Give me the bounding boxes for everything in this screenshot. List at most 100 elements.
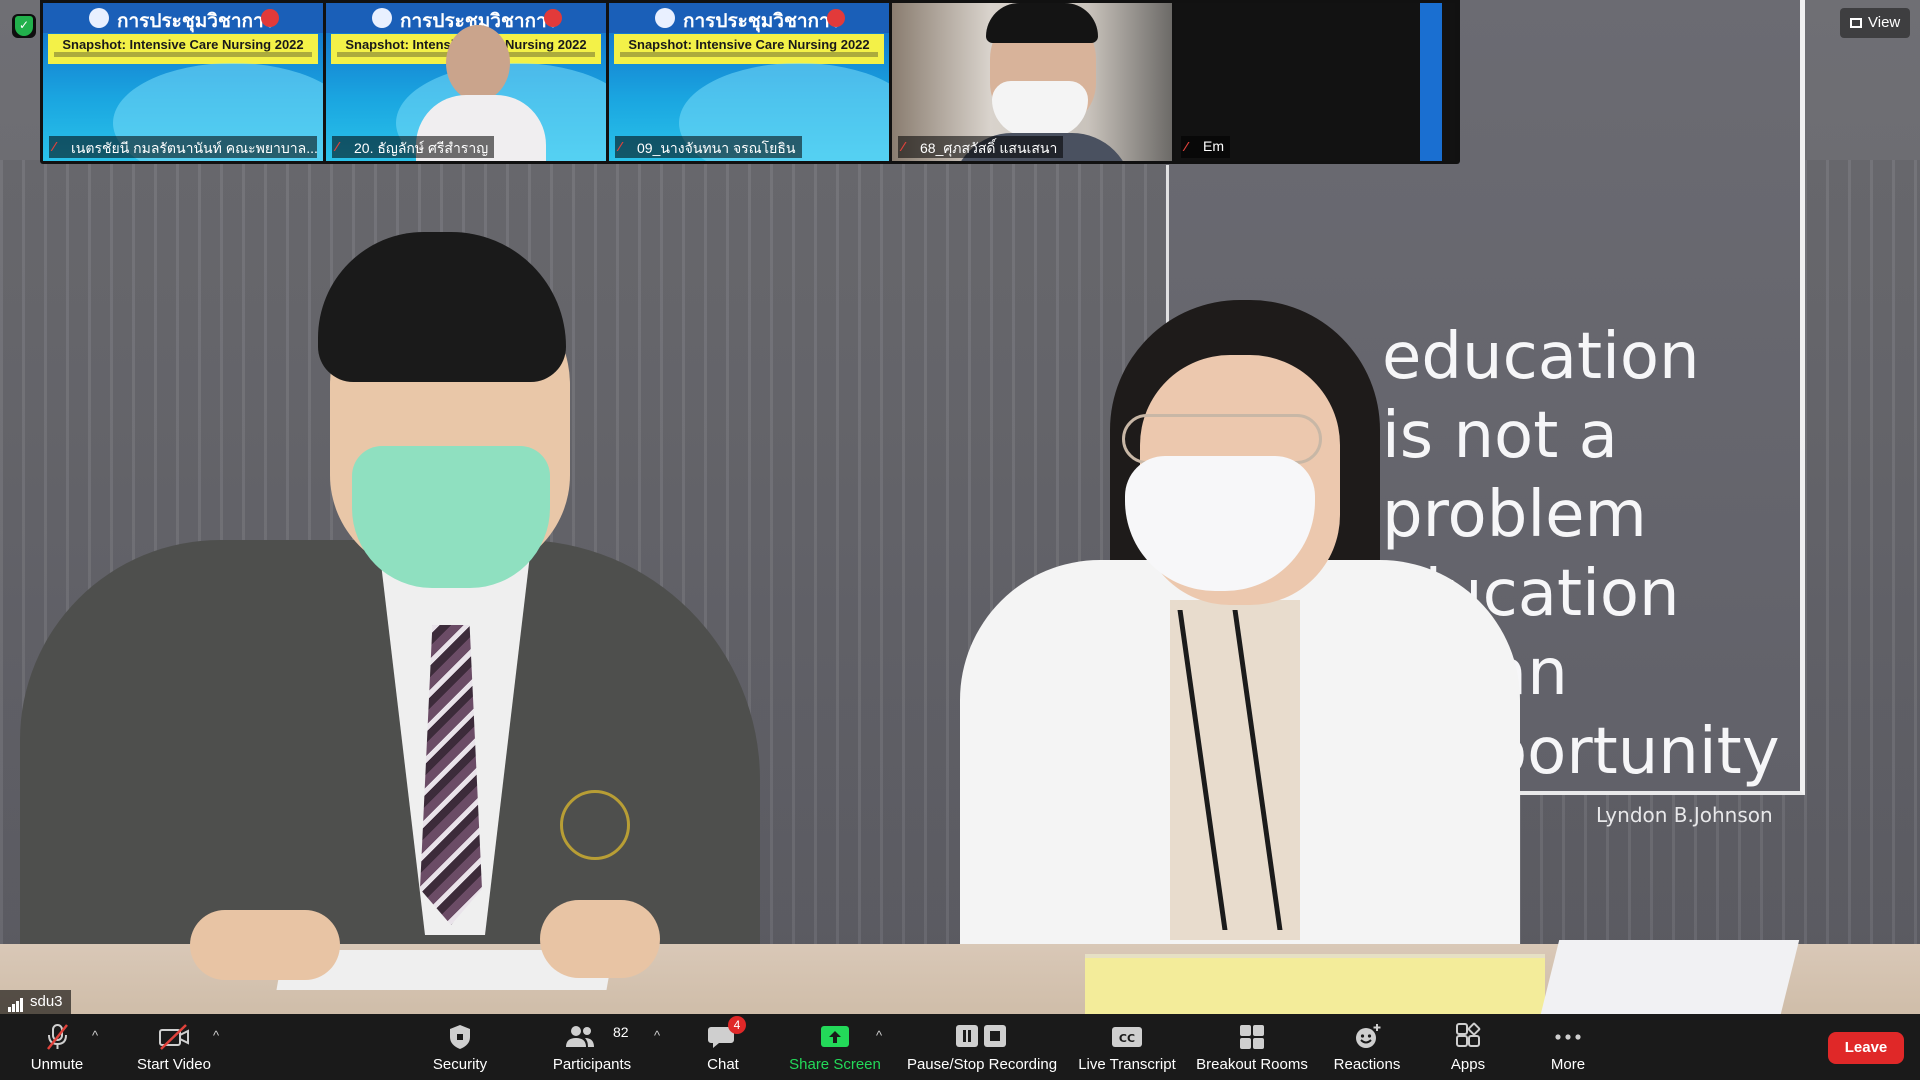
participant-thumbnail[interactable]: การประชุมวิชาการ Snapshot: Intensive Car… xyxy=(609,3,889,161)
share-screen-icon xyxy=(821,1026,849,1047)
logo-icon xyxy=(261,9,279,27)
view-label: View xyxy=(1868,14,1901,31)
slide-title: การประชุมวิชาการ xyxy=(117,11,274,32)
thumbnail-strip: การประชุมวิชาการ Snapshot: Intensive Car… xyxy=(40,0,1460,164)
live-transcript-button[interactable]: CC Live Transcript xyxy=(1074,1014,1180,1080)
chat-label: Chat xyxy=(707,1056,739,1073)
leave-button[interactable]: Leave xyxy=(1828,1032,1904,1064)
network-status: sdu3 xyxy=(0,990,71,1014)
participants-count: 82 xyxy=(613,1024,629,1040)
mic-muted-icon xyxy=(47,1024,68,1050)
participant-name-text: 20. ธัญลักษ์ ศรีสำราญ xyxy=(354,140,489,156)
participant-video xyxy=(1420,3,1442,161)
encryption-shield-icon[interactable]: ✓ xyxy=(12,14,36,38)
audio-options-chevron-icon[interactable]: ^ xyxy=(92,1028,98,1043)
more-button[interactable]: More xyxy=(1530,1014,1606,1080)
start-video-label: Start Video xyxy=(137,1056,211,1073)
slide-band: Snapshot: Intensive Care Nursing 2022 xyxy=(614,34,884,64)
network-label: sdu3 xyxy=(30,993,63,1010)
participants-label: Participants xyxy=(552,1056,632,1073)
participant-name-text: 09_นางจันทนา จรณโยธิน xyxy=(637,140,796,156)
quote-line: oortunity xyxy=(1488,715,1780,789)
participant-video xyxy=(446,25,510,101)
participant-name-text: เนตรชัยนี กมลรัตนานันท์ คณะพยาบาล... xyxy=(71,140,317,156)
slide-subtitle: Snapshot: Intensive Care Nursing 2022 xyxy=(62,37,304,52)
share-options-chevron-icon[interactable]: ^ xyxy=(876,1028,882,1043)
mic-muted-icon: ⁄ xyxy=(902,139,905,154)
participant-thumbnail[interactable]: ⁄ Em xyxy=(1175,3,1455,161)
speaker-left-emblem xyxy=(560,790,630,860)
grid-icon xyxy=(1850,18,1862,28)
logo-icon xyxy=(827,9,845,27)
apps-icon xyxy=(1456,1022,1481,1047)
participant-thumbnail[interactable]: การประชุมวิชาการ Snapshot: Intensive Car… xyxy=(326,3,606,161)
breakout-rooms-button[interactable]: Breakout Rooms xyxy=(1192,1014,1312,1080)
pause-stop-icon xyxy=(956,1025,1006,1047)
smiley-icon xyxy=(1356,1024,1381,1048)
svg-text:CC: CC xyxy=(1119,1032,1135,1045)
logo-icon xyxy=(544,9,562,27)
logo-icon xyxy=(89,8,109,28)
participant-name-text: 68_ศุภสวัสดิ์ แสนเสนา xyxy=(920,140,1058,156)
video-options-chevron-icon[interactable]: ^ xyxy=(213,1028,219,1043)
more-label: More xyxy=(1550,1056,1586,1073)
speaker-left-hand xyxy=(540,900,660,978)
participants-options-chevron-icon[interactable]: ^ xyxy=(654,1028,660,1043)
apps-label: Apps xyxy=(1450,1056,1486,1073)
participant-name-text: Em xyxy=(1203,138,1224,154)
people-icon xyxy=(566,1026,595,1047)
breakout-rooms-label: Breakout Rooms xyxy=(1196,1056,1308,1073)
nameplate xyxy=(1085,954,1545,1014)
mic-muted-icon: ⁄ xyxy=(1185,139,1188,154)
quote-line: an xyxy=(1488,636,1568,710)
unmute-label: Unmute xyxy=(30,1056,84,1073)
participant-video xyxy=(992,81,1088,137)
signal-bars-icon xyxy=(8,995,24,1012)
slide-header: การประชุมวิชาการ xyxy=(609,3,889,33)
shield-icon xyxy=(450,1025,470,1049)
participant-thumbnail[interactable]: การประชุมวิชาการ Snapshot: Intensive Car… xyxy=(43,3,323,161)
video-off-icon xyxy=(159,1024,189,1050)
more-dots-icon xyxy=(1555,1034,1581,1040)
chat-badge: 4 xyxy=(728,1016,746,1034)
mic-muted-icon: ⁄ xyxy=(619,139,622,154)
reactions-label: Reactions xyxy=(1333,1056,1401,1073)
live-transcript-label: Live Transcript xyxy=(1078,1056,1176,1073)
logo-icon xyxy=(372,8,392,28)
mic-muted-icon: ⁄ xyxy=(336,139,339,154)
participant-name: ⁄ 68_ศุภสวัสดิ์ แสนเสนา xyxy=(898,136,1064,158)
view-button[interactable]: View xyxy=(1840,8,1910,38)
slide-title: การประชุมวิชาการ xyxy=(683,11,840,32)
participant-thumbnail[interactable]: ⁄ 68_ศุภสวัสดิ์ แสนเสนา xyxy=(892,3,1172,161)
chat-icon: 4 xyxy=(706,1016,746,1052)
quote-author: Lyndon B.Johnson xyxy=(1596,803,1773,827)
security-label: Security xyxy=(432,1056,488,1073)
desk-paper xyxy=(1540,940,1800,1014)
share-screen-button[interactable]: Share Screen xyxy=(780,1014,890,1080)
mic-muted-icon: ⁄ xyxy=(53,139,56,154)
quote-line: education xyxy=(1382,320,1700,394)
security-button[interactable]: Security xyxy=(420,1014,500,1080)
breakout-rooms-icon xyxy=(1240,1025,1264,1049)
share-screen-label: Share Screen xyxy=(789,1056,881,1073)
participant-video xyxy=(986,3,1098,43)
start-video-button[interactable]: Start Video xyxy=(128,1014,220,1080)
apps-button[interactable]: Apps xyxy=(1430,1014,1506,1080)
logo-icon xyxy=(655,8,675,28)
slide-band: Snapshot: Intensive Care Nursing 2022 xyxy=(48,34,318,64)
slide-subtitle: Snapshot: Intensive Care Nursing 2022 xyxy=(628,37,870,52)
slide-header: การประชุมวิชาการ xyxy=(43,3,323,33)
quote-line: is not a xyxy=(1382,399,1618,473)
participants-button[interactable]: 82 Participants xyxy=(544,1014,640,1080)
reactions-button[interactable]: Reactions xyxy=(1326,1014,1408,1080)
recording-label: Pause/Stop Recording xyxy=(906,1056,1058,1073)
chat-button[interactable]: 4 Chat xyxy=(690,1014,756,1080)
speaker-left-hand xyxy=(190,910,340,980)
quote-line: problem xyxy=(1382,478,1647,552)
participant-name: ⁄ 20. ธัญลักษ์ ศรีสำราญ xyxy=(332,136,495,158)
participant-name: ⁄ เนตรชัยนี กมลรัตนานันท์ คณะพยาบาล... xyxy=(49,136,317,158)
pause-stop-recording-button[interactable]: Pause/Stop Recording xyxy=(902,1014,1062,1080)
participant-name: ⁄ Em xyxy=(1181,136,1230,158)
unmute-button[interactable]: Unmute xyxy=(14,1014,100,1080)
meeting-toolbar: Unmute ^ Start Video ^ Security 82 Parti… xyxy=(0,1014,1920,1080)
